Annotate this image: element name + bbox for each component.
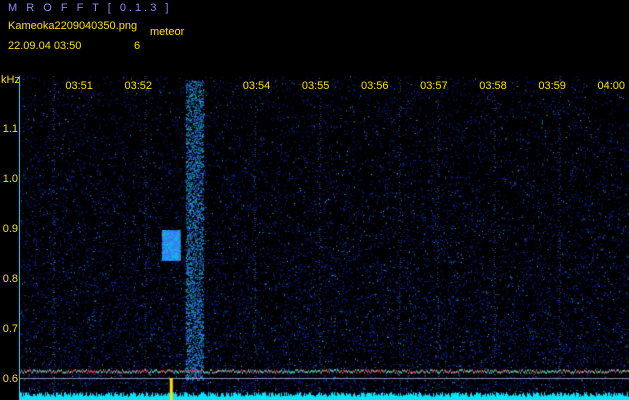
y-tick-label: 1.1 xyxy=(2,123,18,135)
spectrogram-plot xyxy=(20,76,629,400)
x-tick-label: 03:51 xyxy=(65,80,93,92)
x-tick-label: 03:57 xyxy=(420,80,448,92)
x-tick-label: 04:00 xyxy=(597,80,626,92)
y-tick-label: 1.0 xyxy=(2,173,18,185)
y-tick-label: 0.7 xyxy=(2,323,18,335)
datetime: 22.09.04 03:50 xyxy=(8,40,82,52)
y-axis-unit: kHz xyxy=(1,74,20,86)
spectrogram-window: M R O F F T [ 0.1.3 ] Kameoka2209040350.… xyxy=(0,0,629,400)
y-tick-label: 0.9 xyxy=(2,223,18,235)
x-tick-label: 03:58 xyxy=(479,80,507,92)
x-tick-label: 03:54 xyxy=(242,80,271,92)
y-axis-line xyxy=(19,76,20,400)
y-tick-label: 0.8 xyxy=(2,273,18,285)
file-name: Kameoka2209040350.png xyxy=(8,20,138,32)
x-tick-label: 03:55 xyxy=(301,80,330,92)
x-tick-label: 03:56 xyxy=(360,80,389,92)
meteor-label: meteor xyxy=(150,26,185,38)
x-tick-label: 03:52 xyxy=(124,80,153,92)
app-title: M R O F F T [ 0.1.3 ] xyxy=(8,2,172,14)
x-tick-label: 03:59 xyxy=(538,80,566,92)
meteor-count: 6 xyxy=(134,40,141,52)
y-tick-label: 0.6 xyxy=(2,373,18,385)
